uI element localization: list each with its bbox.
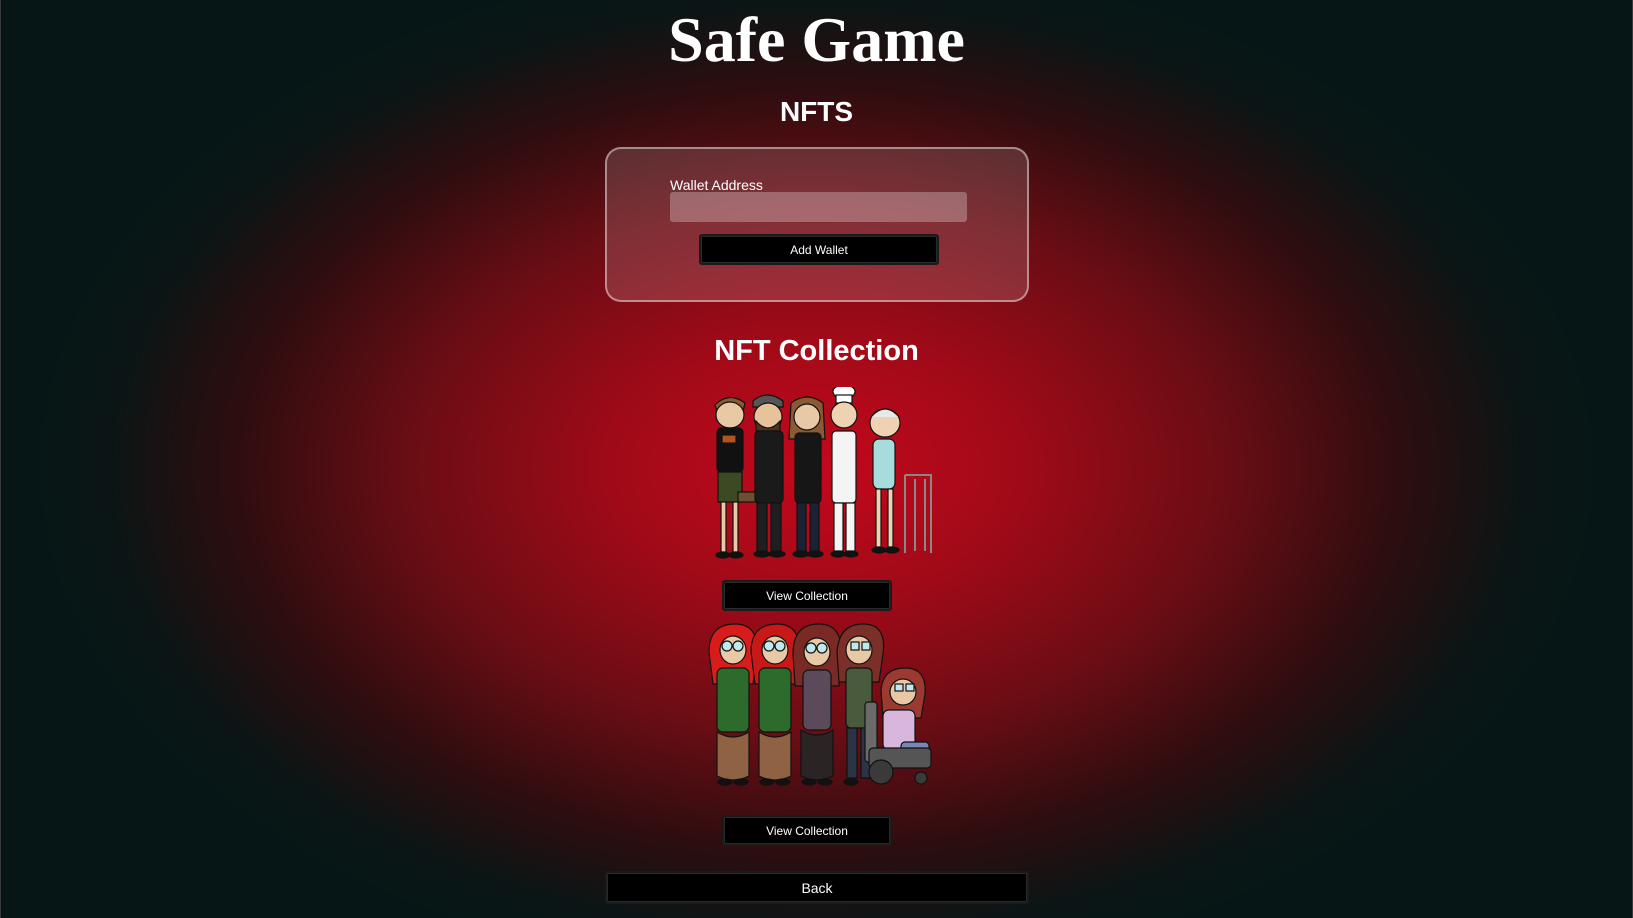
character-figure (708, 623, 758, 786)
character-figure (714, 396, 757, 559)
character-figure (750, 623, 800, 786)
app-title: Safe Game (668, 4, 965, 75)
character-figure (864, 667, 932, 785)
character-figure (869, 408, 932, 554)
wallet-address-label: Wallet Address (670, 177, 763, 193)
character-figure (752, 394, 786, 558)
collection-heading: NFT Collection (714, 335, 919, 367)
page-heading: NFTS (779, 96, 854, 127)
view-collection-button[interactable]: View Collection (722, 815, 892, 846)
view-collection-button[interactable]: View Collection (722, 580, 892, 611)
character-figure (830, 387, 859, 558)
character-figure (792, 623, 842, 786)
wallet-address-input[interactable] (670, 192, 967, 222)
nft-collection-1-image (714, 387, 932, 559)
character-figure (788, 396, 826, 558)
nft-collection-2-image (708, 623, 932, 786)
wallet-card: Wallet Address Add Wallet (605, 147, 1029, 302)
add-wallet-button[interactable]: Add Wallet (699, 234, 939, 265)
back-button[interactable]: Back (605, 871, 1029, 904)
